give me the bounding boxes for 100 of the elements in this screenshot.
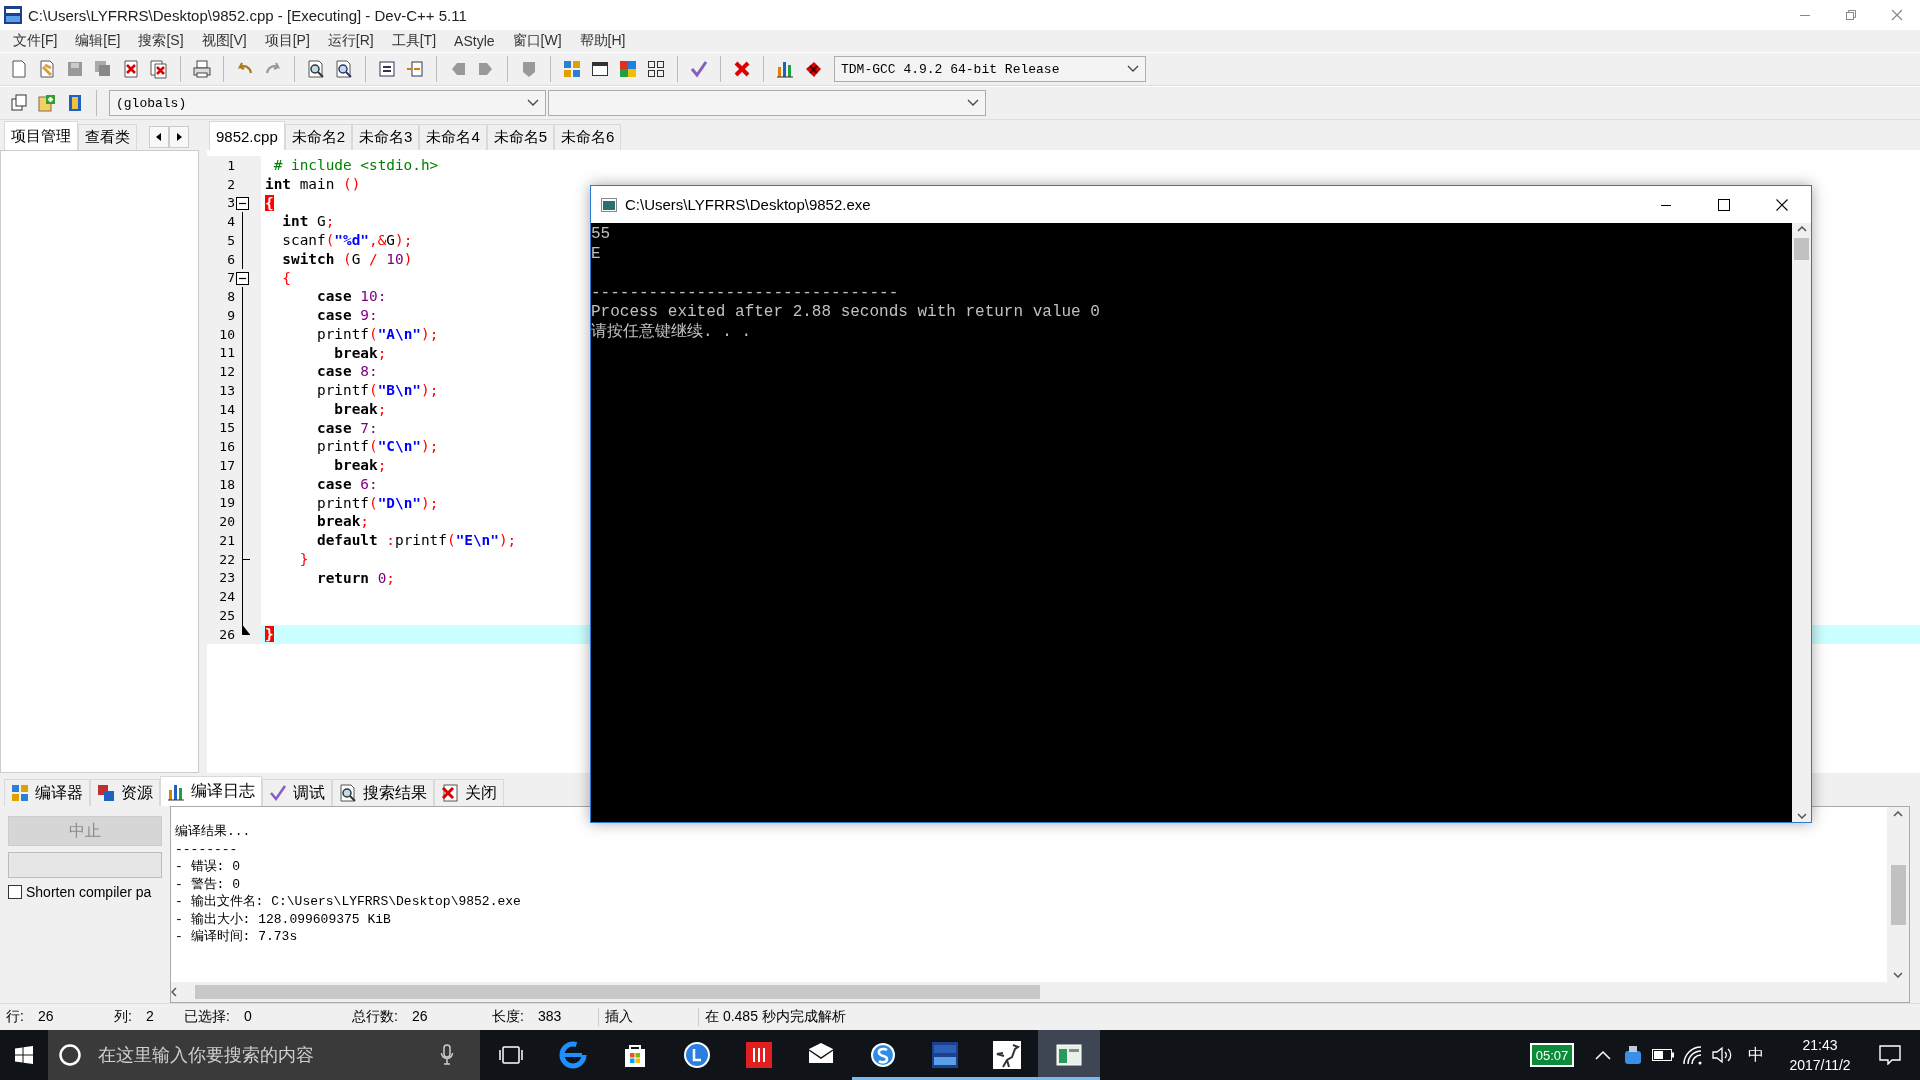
scroll-right-icon[interactable] (176, 133, 182, 141)
file-tab[interactable]: 未命名3 (352, 124, 420, 150)
file-tab[interactable]: 未命名4 (419, 124, 487, 150)
code-line: # include <stdio.h> (272, 156, 439, 175)
replace-icon[interactable] (334, 59, 354, 79)
code-line: int main () (264, 174, 361, 194)
window-title: C:\Users\LYFRRS\Desktop\9852.cpp - [Executing] - Dev-C++ 5.11 (28, 6, 468, 24)
clock-date[interactable]: 2017/11/2 (1789, 1055, 1851, 1075)
resource-icon (97, 784, 115, 802)
scroll-left-icon[interactable] (156, 133, 162, 141)
fold-minus-icon[interactable] (236, 271, 249, 285)
code-line: case 10: (315, 287, 387, 306)
menu-item[interactable]: 帮助[H] (570, 32, 635, 50)
log-line: 编译结果... (175, 823, 252, 841)
vertical-scrollbar[interactable] (1887, 807, 1909, 1002)
checkbox[interactable] (8, 885, 22, 899)
log-line: - 编译时间: 7.73s (175, 928, 299, 946)
battery-icon[interactable] (1652, 1049, 1674, 1061)
chevron-up-icon[interactable] (1595, 1050, 1611, 1060)
log-line: - 输出大小: 128.099609375 KiB (175, 910, 392, 928)
unindent-icon[interactable] (405, 59, 425, 79)
menu-item[interactable]: 编辑[E] (66, 32, 130, 50)
browser-e-icon (559, 1041, 587, 1069)
window-icon[interactable] (590, 59, 610, 79)
panel-tab[interactable]: 搜索结果 (332, 779, 434, 806)
scope-dropdown[interactable]: (globals) (109, 90, 546, 116)
menu-item[interactable]: AStyle (445, 33, 504, 49)
restore-icon[interactable] (1845, 9, 1857, 21)
menu-item[interactable]: 视图[V] (192, 32, 256, 50)
maximize-icon[interactable] (1718, 198, 1730, 211)
taskbar-search-bar[interactable]: 在这里输入你要搜索的内容 (48, 1030, 480, 1080)
line-number: 15 (218, 420, 235, 436)
cortana-icon (58, 1043, 82, 1067)
scrollbar-thumb[interactable] (195, 985, 1040, 999)
code-line: printf("D\n"); (315, 493, 439, 513)
file-tab[interactable]: 未命名6 (554, 124, 622, 150)
task-view-icon[interactable] (499, 1044, 523, 1066)
usb-icon[interactable] (1624, 1045, 1642, 1065)
search-field[interactable]: 在这里输入你要搜索的内容 (96, 1043, 426, 1067)
line-number: 6 (226, 251, 235, 267)
microphone-icon (440, 1044, 454, 1066)
code-line: case 7: (315, 418, 378, 438)
save-all-icon[interactable] (93, 59, 113, 79)
menu-item[interactable]: 搜索[S] (129, 32, 193, 50)
code-line: case 8: (315, 362, 378, 381)
fold-end-mark (242, 549, 250, 569)
compiler-dropdown[interactable]: TDM-GCC 4.9.2 64-bit Release (834, 56, 1146, 82)
menu-item[interactable]: 工具[T] (382, 32, 446, 50)
file-tab[interactable]: 未命名5 (486, 124, 555, 150)
line-number: 4 (226, 214, 235, 230)
menu-item[interactable]: 文件[F] (4, 32, 67, 50)
line-number: 14 (218, 401, 235, 417)
panel-tab[interactable]: 查看类 (78, 124, 137, 150)
check-icon[interactable] (689, 59, 709, 79)
status-value: 26 (37, 1008, 54, 1026)
scrollbar-thumb[interactable] (1890, 864, 1906, 925)
panel-tab[interactable]: 调试 (262, 779, 332, 806)
new-file-icon[interactable] (9, 59, 29, 79)
menu-item[interactable]: 运行[R] (318, 32, 383, 50)
class-icon[interactable] (9, 93, 29, 113)
wifi-icon[interactable] (1682, 1045, 1704, 1065)
menu-item[interactable]: 项目[P] (255, 32, 319, 50)
indent-icon[interactable] (377, 59, 397, 79)
windows-logo-icon[interactable] (15, 1046, 33, 1064)
scroll-left-icon (171, 987, 177, 997)
delete-icon[interactable] (732, 59, 752, 79)
volume-icon[interactable] (1712, 1046, 1734, 1064)
code-line: scanf("%d",&G); (281, 231, 413, 250)
panel-tab[interactable]: 编译器 (4, 779, 90, 806)
bar-chart-icon (167, 782, 185, 801)
menu-item[interactable]: 窗口[W] (503, 32, 571, 50)
search-icon[interactable] (306, 59, 326, 79)
horizontal-scrollbar[interactable] (171, 982, 1887, 1002)
input-method-indicator[interactable]: 中 (1748, 1044, 1764, 1066)
open-file-icon[interactable] (37, 59, 57, 79)
close-icon[interactable] (1776, 198, 1788, 211)
vertical-scrollbar[interactable] (1792, 223, 1811, 822)
bar-chart-icon[interactable] (775, 59, 795, 79)
panel-tab[interactable]: 编译日志 (160, 776, 262, 806)
notification-icon[interactable] (1879, 1045, 1901, 1065)
grid-icon[interactable] (646, 59, 666, 79)
close-all-icon[interactable] (149, 59, 169, 79)
clock-time[interactable]: 21:43 (1802, 1035, 1838, 1055)
panel-tab[interactable]: 关闭 (434, 779, 504, 806)
color-grid-icon[interactable] (618, 59, 638, 79)
panel-tab[interactable]: 项目管理 (4, 121, 78, 150)
add-icon[interactable] (37, 93, 57, 113)
close-file-icon[interactable] (121, 59, 141, 79)
print-icon[interactable] (192, 59, 212, 79)
taskbar-app[interactable] (1038, 1030, 1100, 1080)
panel-tab[interactable]: 资源 (90, 779, 160, 806)
console-line: Process exited after 2.88 seconds with return value 0 (591, 303, 1101, 322)
status-value: 383 (537, 1008, 562, 1026)
scrollbar-thumb[interactable] (1794, 238, 1809, 260)
file-tab[interactable]: 未命名2 (284, 124, 353, 150)
log-line: -------- (175, 840, 239, 858)
fold-minus-icon[interactable] (236, 196, 249, 210)
compile-grid-icon[interactable] (562, 59, 582, 79)
scroll-down-icon (1893, 972, 1903, 978)
file-tab[interactable]: 9852.cpp (209, 121, 285, 150)
